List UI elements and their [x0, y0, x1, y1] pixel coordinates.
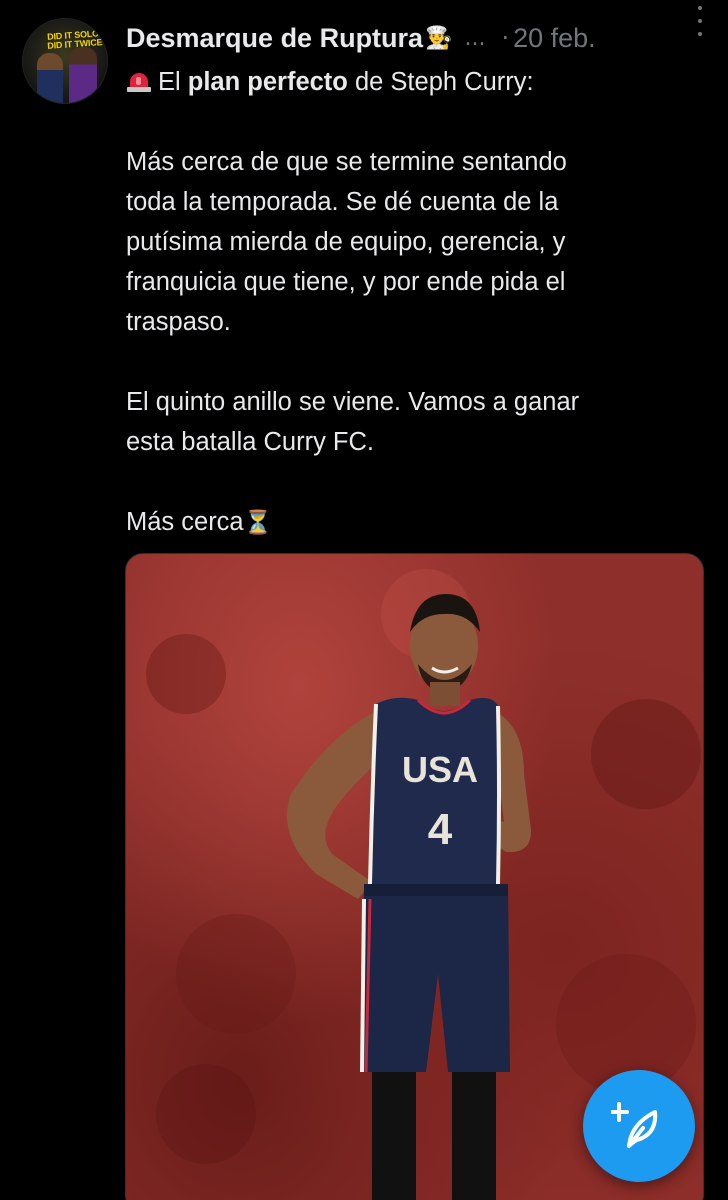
jersey-text: USA: [402, 749, 478, 790]
tweet[interactable]: DID IT SOLO, DID IT TWICE Desmarque de R…: [0, 0, 728, 1200]
tweet-text: El plan perfecto de Steph Curry: Más cer…: [126, 62, 696, 542]
jersey-number: 4: [428, 805, 453, 854]
author-name[interactable]: Desmarque de Ruptura: [126, 23, 423, 54]
avatar-caption: DID IT SOLO, DID IT TWICE: [46, 28, 103, 51]
player-neck: [430, 682, 460, 706]
avatar-caption-line2: DID IT TWICE: [46, 37, 103, 51]
paragraph-3: Más cerca⏳: [126, 502, 696, 542]
compose-post-button[interactable]: [583, 1070, 695, 1182]
avatar-figure-left: [37, 53, 63, 103]
tweet-intro: El plan perfecto de Steph Curry:: [126, 62, 696, 102]
paragraph-1-line: toda la temporada. Se dé cuenta de la: [126, 188, 559, 216]
author-name-emoji: 👨‍🍳: [425, 25, 453, 51]
intro-text-start: El: [158, 68, 188, 96]
compose-post-icon: [611, 1102, 658, 1148]
avatar-figure-right: [69, 47, 97, 103]
paragraph-3-text: Más cerca: [126, 508, 244, 536]
player-left-leg: [372, 1072, 416, 1200]
intro-bold-text: plan perfecto: [187, 68, 348, 96]
paragraph-1-line: putísima mierda de equipo, gerencia, y: [126, 228, 566, 256]
paragraph-2-line: El quinto anillo se viene. Vamos a ganar: [126, 388, 580, 416]
paragraph-1-line: franquicia que tiene, y por ende pida el: [126, 268, 566, 296]
player-jersey: [370, 697, 498, 884]
tweet-header: Desmarque de Ruptura 👨‍🍳 ... · 20 feb.: [126, 18, 708, 58]
paragraph-1-line: traspaso.: [126, 308, 231, 336]
name-truncation: ...: [464, 25, 486, 51]
siren-icon: [126, 71, 152, 93]
hourglass-icon: ⏳: [243, 509, 273, 535]
paragraph-1-line: Más cerca de que se termine sentando: [126, 148, 567, 176]
player-right-leg: [452, 1072, 496, 1200]
more-vertical-icon[interactable]: [694, 6, 706, 36]
intro-text-end: de Steph Curry:: [347, 68, 534, 96]
player-shorts: [362, 884, 510, 1072]
post-date[interactable]: 20 feb.: [513, 23, 596, 54]
avatar[interactable]: DID IT SOLO, DID IT TWICE: [22, 18, 108, 104]
paragraph-2-line: esta batalla Curry FC.: [126, 428, 375, 456]
meta-separator: ·: [501, 24, 510, 52]
